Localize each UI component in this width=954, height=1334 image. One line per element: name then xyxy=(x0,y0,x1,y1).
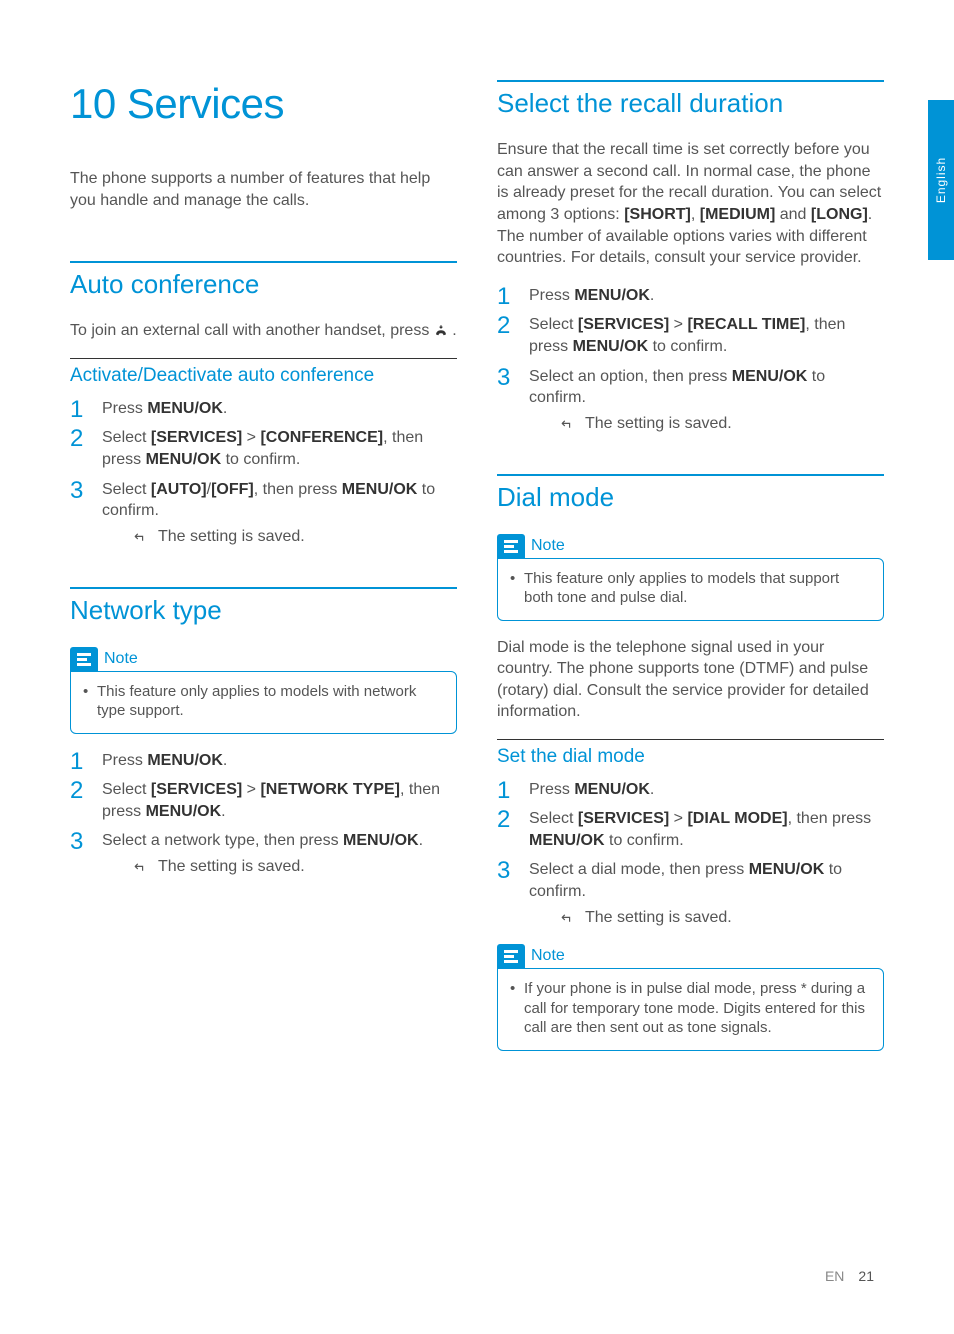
dial-body: Dial mode is the telephone signal used i… xyxy=(497,637,884,723)
network-type-title: Network type xyxy=(70,595,457,626)
subsection-rule xyxy=(497,739,884,740)
auto-conference-title: Auto conference xyxy=(70,269,457,300)
page-footer: EN 21 xyxy=(825,1268,874,1284)
chapter-name: Services xyxy=(127,80,284,127)
dial-steps: Press MENU/OK. Select [SERVICES] > [DIAL… xyxy=(497,779,884,929)
intro-text: The phone supports a number of features … xyxy=(70,168,457,211)
step-item: Press MENU/OK. xyxy=(70,398,457,420)
note-label: Note xyxy=(531,537,565,555)
step-item: Press MENU/OK. xyxy=(497,285,884,307)
recall-duration-title: Select the recall duration xyxy=(497,88,884,119)
note-label: Note xyxy=(531,947,565,965)
note-body: If your phone is in pulse dial mode, pre… xyxy=(497,968,884,1051)
language-tab-label: English xyxy=(934,157,948,203)
step-item: Select a dial mode, then press MENU/OK t… xyxy=(497,859,884,928)
footer-lang: EN xyxy=(825,1268,844,1284)
note-body: This feature only applies to models that… xyxy=(497,558,884,621)
step-item: Select a network type, then press MENU/O… xyxy=(70,830,457,877)
arrow-icon: ↵ xyxy=(134,857,146,876)
note-icon xyxy=(497,534,525,558)
step-item: Select [SERVICES] > [CONFERENCE], then p… xyxy=(70,427,457,470)
activate-deactivate-title: Activate/Deactivate auto conference xyxy=(70,365,457,388)
note-icon xyxy=(70,647,98,671)
note-text: This feature only applies to models with… xyxy=(83,682,444,721)
footer-page-number: 21 xyxy=(858,1268,874,1284)
arrow-icon: ↵ xyxy=(561,414,573,433)
section-rule xyxy=(70,587,457,589)
section-rule xyxy=(70,261,457,263)
step-item: Select [SERVICES] > [DIAL MODE], then pr… xyxy=(497,808,884,851)
auto-conference-body: To join an external call with another ha… xyxy=(70,320,457,342)
set-dial-mode-title: Set the dial mode xyxy=(497,746,884,769)
recall-body: Ensure that the recall time is set corre… xyxy=(497,139,884,269)
step-item: Press MENU/OK. xyxy=(70,750,457,772)
note-box: Note This feature only applies to models… xyxy=(70,647,457,734)
language-tab: English xyxy=(928,100,954,260)
note-box: Note If your phone is in pulse dial mode… xyxy=(497,944,884,1051)
right-column: Select the recall duration Ensure that t… xyxy=(497,60,884,1067)
arrow-icon: ↵ xyxy=(561,908,573,927)
result-line: ↵The setting is saved. xyxy=(102,856,457,878)
arrow-icon: ↵ xyxy=(134,527,146,546)
answer-icon xyxy=(434,325,448,337)
chapter-number: 10 xyxy=(70,80,116,127)
network-steps: Press MENU/OK. Select [SERVICES] > [NETW… xyxy=(70,750,457,878)
section-rule xyxy=(497,474,884,476)
chapter-title: 10 Services xyxy=(70,80,457,128)
note-box: Note This feature only applies to models… xyxy=(497,534,884,621)
result-line: ↵The setting is saved. xyxy=(102,526,457,548)
step-item: Press MENU/OK. xyxy=(497,779,884,801)
columns: 10 Services The phone supports a number … xyxy=(70,60,884,1067)
result-line: ↵The setting is saved. xyxy=(529,907,884,929)
note-header: Note xyxy=(497,944,884,968)
step-item: Select [SERVICES] > [RECALL TIME], then … xyxy=(497,314,884,357)
step-item: Select [SERVICES] > [NETWORK TYPE], then… xyxy=(70,779,457,822)
step-item: Select [AUTO]/[OFF], then press MENU/OK … xyxy=(70,479,457,548)
dial-mode-title: Dial mode xyxy=(497,482,884,513)
auto-conf-steps: Press MENU/OK. Select [SERVICES] > [CONF… xyxy=(70,398,457,548)
note-body: This feature only applies to models with… xyxy=(70,671,457,734)
page: English 10 Services The phone supports a… xyxy=(0,0,954,1334)
note-label: Note xyxy=(104,650,138,668)
result-line: ↵The setting is saved. xyxy=(529,413,884,435)
recall-steps: Press MENU/OK. Select [SERVICES] > [RECA… xyxy=(497,285,884,435)
left-column: 10 Services The phone supports a number … xyxy=(70,60,457,1067)
note-text: If your phone is in pulse dial mode, pre… xyxy=(510,979,871,1038)
step-item: Select an option, then press MENU/OK to … xyxy=(497,366,884,435)
note-header: Note xyxy=(497,534,884,558)
note-icon xyxy=(497,944,525,968)
note-header: Note xyxy=(70,647,457,671)
section-rule xyxy=(497,80,884,82)
subsection-rule xyxy=(70,358,457,359)
note-text: This feature only applies to models that… xyxy=(510,569,871,608)
